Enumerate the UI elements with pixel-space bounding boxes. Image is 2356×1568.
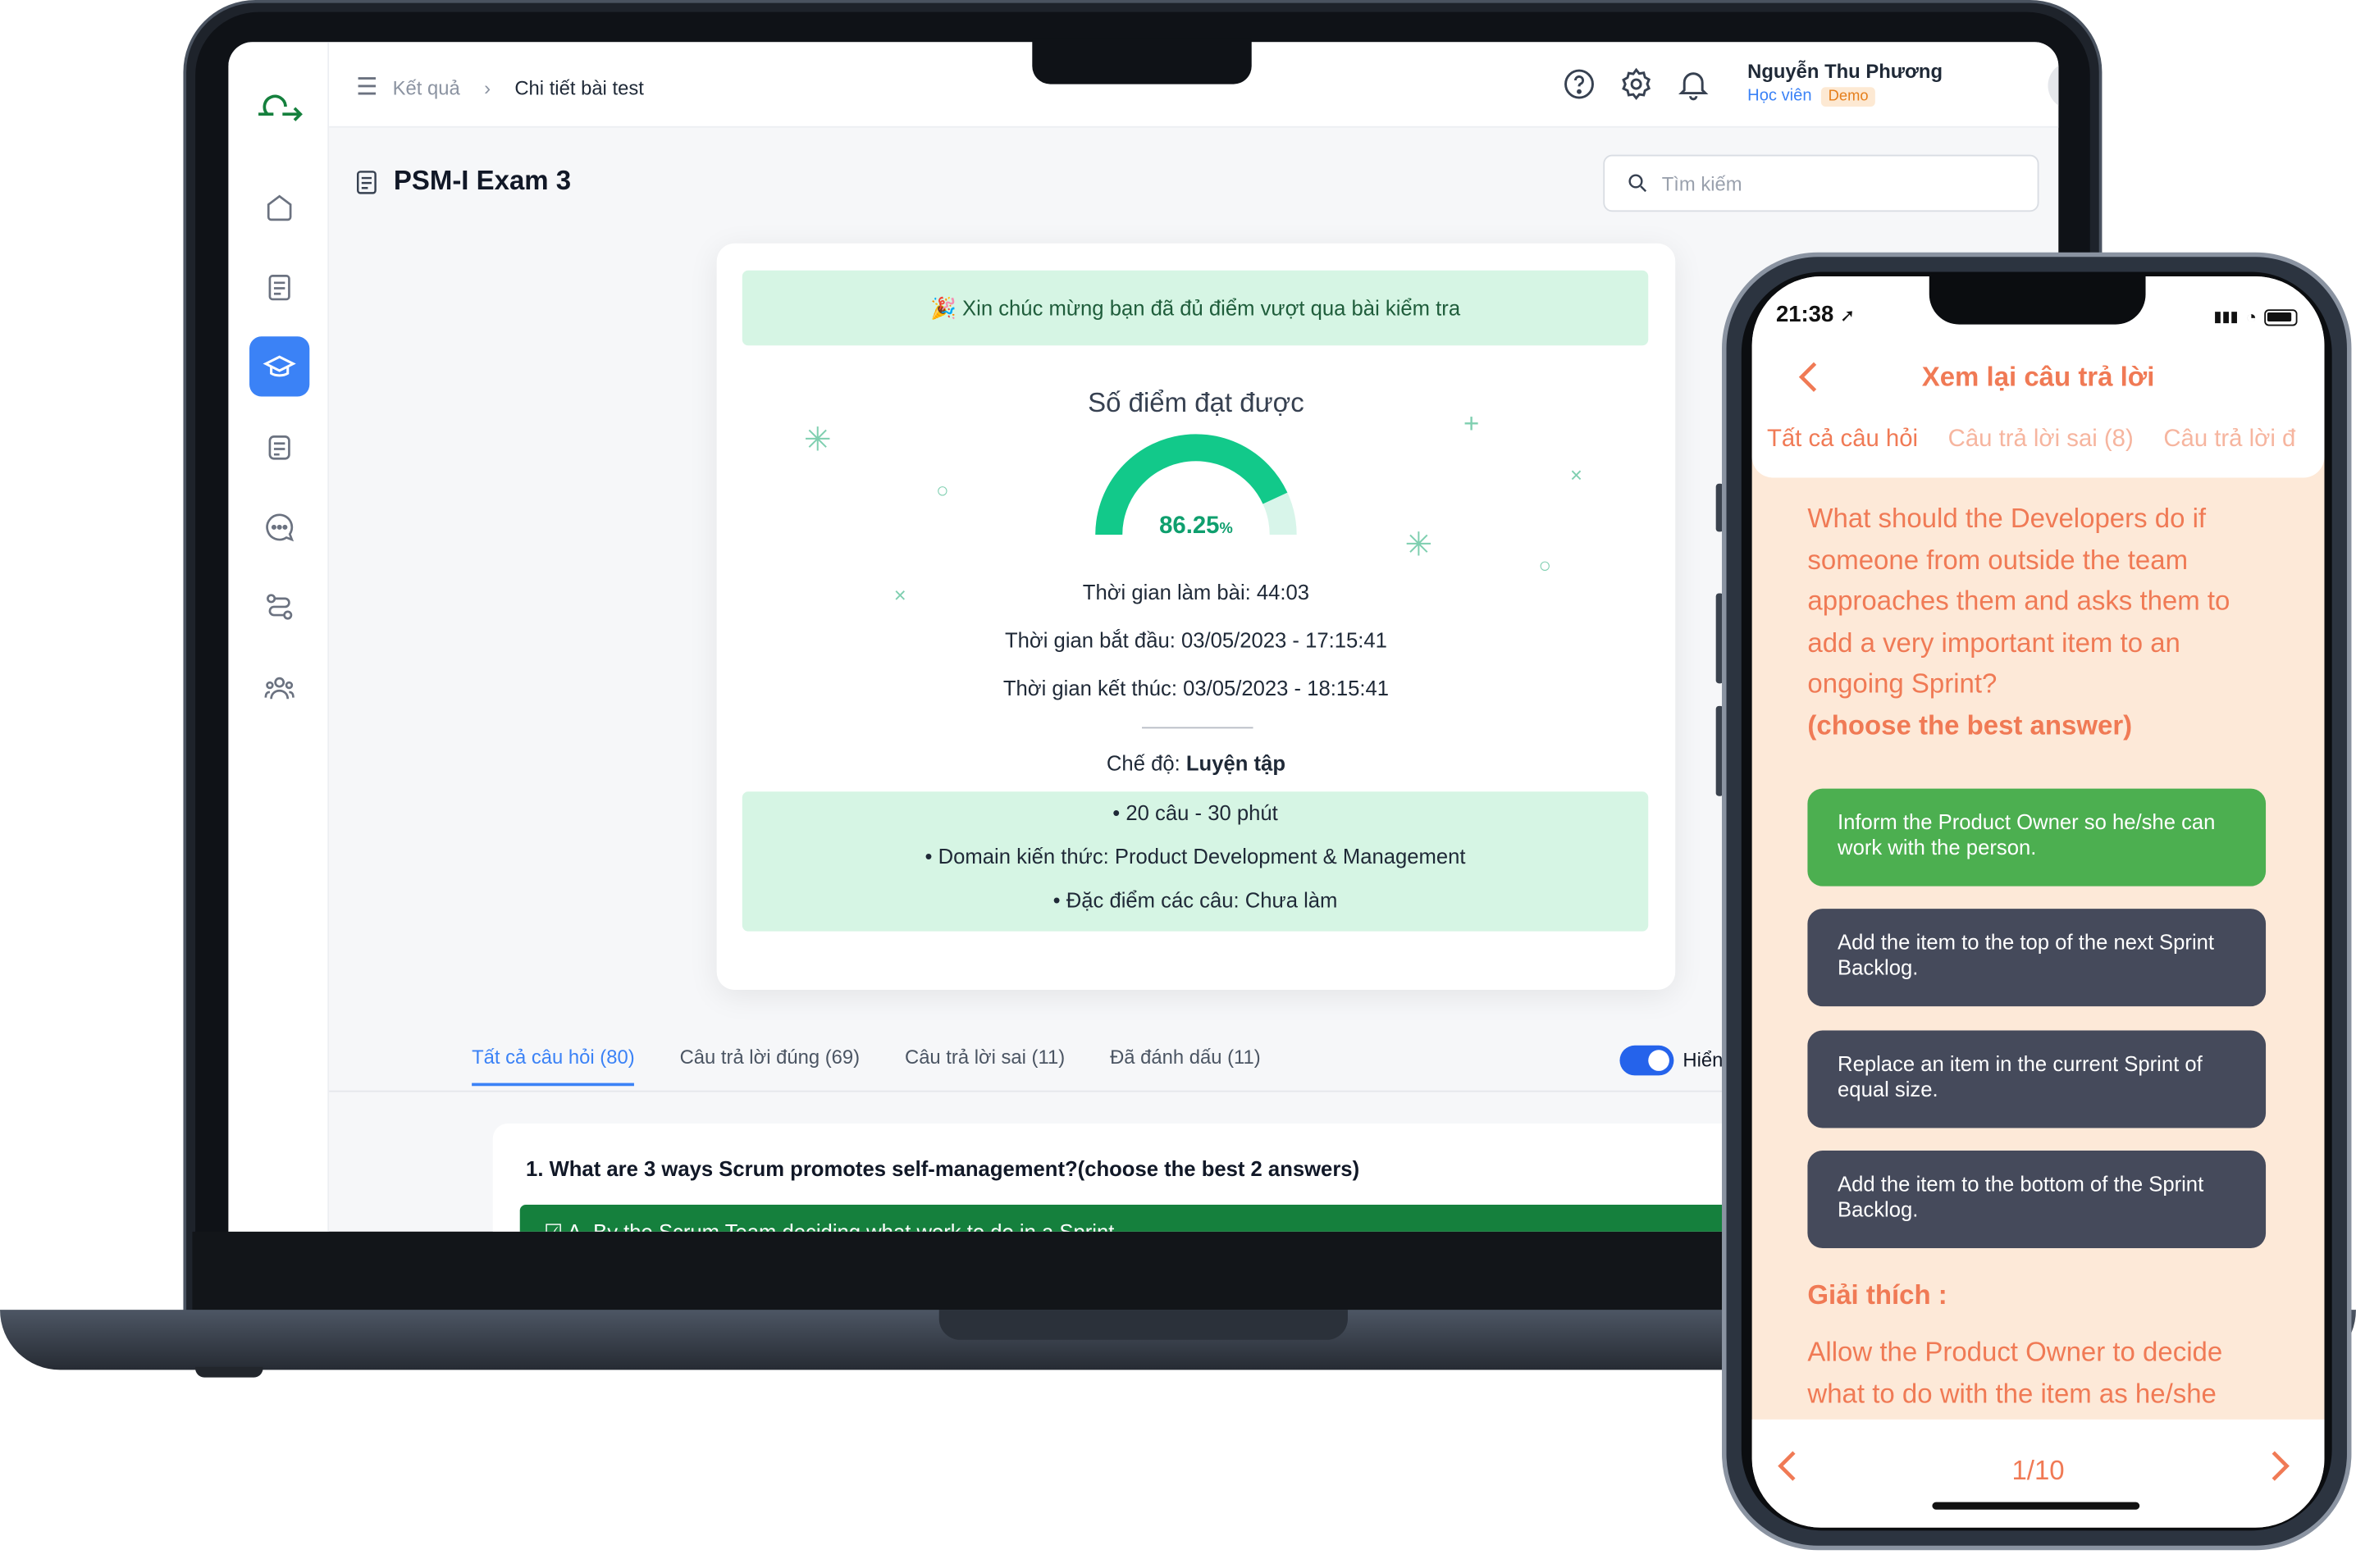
option[interactable]: Replace an item in the current Sprint of… [1807,1030,2267,1128]
score-value: 86.25% [1159,513,1233,540]
mockup-scaled: ☰ Kết quả › Chi tiết bài test Nguyễn Thu… [0,0,2356,1568]
laptop-foot [195,1366,263,1378]
toggle-label: Hiển [1683,1048,1724,1071]
duration-text: Thời gian làm bài: 44:03 [1082,579,1310,604]
info-item: • 20 câu - 30 phút [1112,800,1278,825]
page-title-text: PSM-I Exam 3 [393,165,572,196]
help-icon[interactable] [1561,66,1597,103]
document-icon[interactable] [249,417,309,477]
page-indicator: 1/10 [2011,1455,2065,1486]
search-icon [1628,174,1647,193]
page-title: PSM-I Exam 3 [352,165,571,196]
info-item: • Đặc điểm các câu: Chưa làm [1052,887,1338,912]
avatar[interactable] [2048,62,2059,110]
bell-icon[interactable] [1675,66,1711,103]
next-icon[interactable] [2271,1449,2292,1489]
top-icons [1561,66,1711,103]
search-placeholder: Tìm kiếm [1661,171,1742,195]
question-text: 1. What are 3 ways Scrum promotes self-m… [526,1156,1360,1181]
breadcrumb-current: Chi tiết bài test [514,75,644,98]
status-time: 21:38 ➚ [1775,302,1856,328]
phone-tab-correct[interactable]: Câu trả lời đ [2163,426,2295,454]
cross-icon: × [1570,463,1583,487]
divider [1142,727,1253,729]
phone-question: What should the Developers do if someone… [1807,503,2230,741]
laptop-hinge [938,1310,1348,1340]
clipboard-icon [357,170,377,194]
chat-icon[interactable] [249,497,309,557]
circle-icon: ○ [936,477,949,502]
phone-tabs: Tất cả câu hỏi Câu trả lời sai (8) Câu t… [1767,426,2295,454]
user-role: Học viên [1747,87,1812,106]
option-correct[interactable]: Inform the Product Owner so he/she can w… [1807,788,2267,887]
sparkle-icon: ✳ [803,420,832,458]
checkbox-icon[interactable]: ☑ [544,1219,563,1232]
status-icons: ▮▮▮ ◔ [2213,306,2298,328]
route-icon[interactable] [249,577,309,636]
start-time-text: Thời gian bắt đầu: 03/05/2023 - 17:15:41 [1004,627,1387,652]
option[interactable]: Add the item to the bottom of the Sprint… [1807,1151,2267,1249]
phone-pager: 1/10 [1751,1419,2325,1528]
sidebar [228,42,330,1232]
phone-title: Xem lại câu trả lời [1921,362,2155,393]
result-card: 🎉 Xin chúc mừng bạn đã đủ điểm vượt qua … [716,243,1676,991]
graduation-cap-icon[interactable] [249,336,310,397]
explanation-text: Allow the Product Owner to decide what t… [1807,1337,2223,1409]
logo-icon[interactable] [253,87,307,123]
user-info[interactable]: Nguyễn Thu Phương Học viên Demo [1747,60,1943,107]
phone-tab-all[interactable]: Tất cả câu hỏi [1767,426,1918,454]
info-item: • Domain kiến thức: Product Development … [925,844,1466,868]
breadcrumb: ☰ Kết quả › Chi tiết bài test [356,72,644,103]
camera-notch [1032,39,1252,84]
user-name: Nguyễn Thu Phương [1747,60,1943,83]
explanation-title: Giải thích : [1807,1279,1947,1310]
option[interactable]: Add the item to the top of the next Spri… [1807,909,2267,1007]
tab-all[interactable]: Tất cả câu hỏi (80) [472,1046,635,1087]
score-title: Số điểm đạt được [1088,387,1304,418]
battery-icon [2264,308,2298,326]
chevron-right-icon: › [484,75,491,98]
mockup-stage: ☰ Kết quả › Chi tiết bài test Nguyễn Thu… [0,0,2356,1568]
tab-correct[interactable]: Câu trả lời đúng (69) [680,1046,860,1086]
demo-badge: Demo [1820,87,1876,107]
wifi-icon: ◔ [2245,306,2258,328]
gear-icon[interactable] [1619,66,1655,103]
phone-screen: 21:38 ➚ ▮▮▮ ◔ Xem lại câu trả lời Tất cả… [1751,276,2325,1528]
home-icon[interactable] [249,177,309,237]
phone-notch [1929,273,2146,325]
end-time-text: Thời gian kết thúc: 03/05/2023 - 18:15:4… [1002,676,1390,700]
search-input[interactable]: Tìm kiếm [1603,154,2039,212]
phone-tab-wrong[interactable]: Câu trả lời sai (8) [1948,426,2134,454]
team-icon[interactable] [249,658,309,718]
home-indicator [1932,1502,2140,1510]
breadcrumb-parent[interactable]: Kết quả [393,75,460,98]
tab-wrong[interactable]: Câu trả lời sai (11) [905,1046,1065,1086]
exam-info: • 20 câu - 30 phút • Domain kiến thức: P… [742,791,1649,932]
circle-icon: ○ [1538,553,1552,577]
menu-icon[interactable]: ☰ [356,72,377,103]
mode-text: Chế độ: Luyện tập [1106,750,1285,776]
show-toggle[interactable] [1619,1045,1674,1076]
congrats-banner: 🎉 Xin chúc mừng bạn đã đủ điểm vượt qua … [742,270,1649,346]
signal-icon: ▮▮▮ [2213,308,2239,326]
tab-marked[interactable]: Đã đánh dấu (11) [1110,1046,1261,1086]
question-tabs: Tất cả câu hỏi (80) Câu trả lời đúng (69… [472,1046,1261,1087]
clipboard-icon[interactable] [249,257,309,317]
